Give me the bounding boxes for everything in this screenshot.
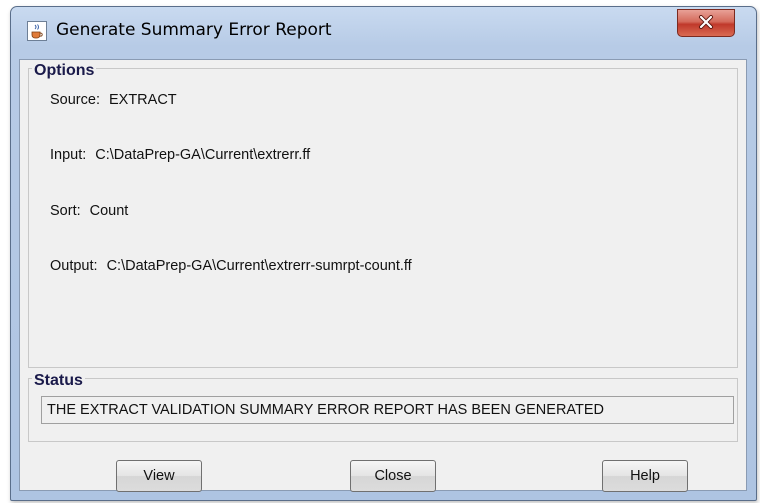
option-source: Source: EXTRACT [50, 92, 177, 108]
option-output: Output: C:\DataPrep-GA\Current\extrerr-su… [50, 258, 412, 274]
status-group-title: Status [32, 372, 85, 390]
option-source-label: Source: [50, 92, 100, 108]
view-button[interactable]: View [116, 460, 202, 492]
close-icon [698, 14, 714, 33]
options-group-title: Options [32, 62, 97, 80]
dialog-content: Options Source: EXTRACT Input: C:\DataPrep… [19, 59, 747, 492]
help-button[interactable]: Help [602, 460, 688, 492]
option-input-value: C:\DataPrep-GA\Current\extrerr.ff [95, 147, 311, 163]
close-button[interactable]: Close [350, 460, 436, 492]
option-output-value: C:\DataPrep-GA\Current\extrerr-sumrpt-co… [106, 258, 412, 274]
window-title: Generate Summary Error Report [56, 20, 332, 40]
window-close-button[interactable] [677, 9, 735, 37]
option-sort-label: Sort: [50, 203, 81, 219]
options-group [28, 68, 738, 368]
option-source-value: EXTRACT [108, 92, 177, 108]
dialog-window: Generate Summary Error Report Options So… [10, 6, 757, 501]
option-input-label: Input: [50, 147, 87, 163]
status-message-field: THE EXTRACT VALIDATION SUMMARY ERROR REP… [41, 396, 734, 424]
option-output-label: Output: [50, 258, 98, 274]
option-input: Input: C:\DataPrep-GA\Current\extrerr.ff [50, 147, 310, 163]
java-cup-icon [27, 21, 47, 41]
title-bar[interactable]: Generate Summary Error Report [11, 7, 756, 57]
option-sort: Sort: Count [50, 203, 128, 219]
option-sort-value: Count [89, 203, 129, 219]
